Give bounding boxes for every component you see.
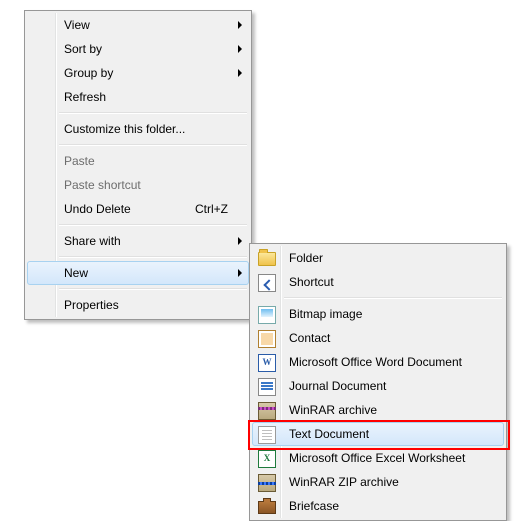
menu-item-label: Briefcase — [289, 499, 339, 513]
menu-item-label: Undo Delete — [64, 202, 131, 216]
menu-item-bitmap-image[interactable]: Bitmap image — [252, 302, 504, 326]
chevron-right-icon — [238, 69, 242, 77]
menu-item-refresh[interactable]: Refresh — [27, 85, 249, 109]
menu-item-group-by[interactable]: Group by — [27, 61, 249, 85]
menu-item-contact[interactable]: Contact — [252, 326, 504, 350]
folder-icon — [258, 252, 276, 266]
menu-item-label: Properties — [64, 298, 119, 312]
menu-separator — [284, 297, 502, 299]
menu-item-paste: Paste — [27, 149, 249, 173]
menu-item-label: Shortcut — [289, 275, 334, 289]
new-submenu: Folder Shortcut Bitmap image Contact Microso… — [249, 243, 507, 521]
menu-item-paste-shortcut: Paste shortcut — [27, 173, 249, 197]
menu-item-folder[interactable]: Folder — [252, 246, 504, 270]
menu-item-label: Paste — [64, 154, 95, 168]
menu-separator — [59, 288, 247, 290]
menu-separator — [59, 256, 247, 258]
menu-item-microsoft-office-excel-worksheet[interactable]: Microsoft Office Excel Worksheet — [252, 446, 504, 470]
menu-item-customize-this-folder[interactable]: Customize this folder... — [27, 117, 249, 141]
menu-item-label: Group by — [64, 66, 113, 80]
menu-item-label: WinRAR archive — [289, 403, 377, 417]
menu-item-new[interactable]: New — [27, 261, 249, 285]
chevron-right-icon — [238, 269, 242, 277]
chevron-right-icon — [238, 237, 242, 245]
menu-item-label: Text Document — [289, 427, 369, 441]
menu-item-microsoft-office-word-document[interactable]: Microsoft Office Word Document — [252, 350, 504, 374]
menu-separator — [59, 224, 247, 226]
chevron-right-icon — [238, 21, 242, 29]
context-menu: View Sort by Group by Refresh Customize this… — [24, 10, 252, 320]
excel-icon — [258, 450, 276, 468]
menu-item-label: Customize this folder... — [64, 122, 185, 136]
menu-item-label: WinRAR ZIP archive — [289, 475, 399, 489]
menu-item-briefcase[interactable]: Briefcase — [252, 494, 504, 518]
menu-separator — [59, 112, 247, 114]
menu-item-text-document[interactable]: Text Document — [252, 422, 504, 446]
menu-item-label: Share with — [64, 234, 121, 248]
menu-item-label: Journal Document — [289, 379, 386, 393]
menu-item-label: Folder — [289, 251, 323, 265]
rar-icon — [258, 402, 276, 420]
menu-item-label: Microsoft Office Word Document — [289, 355, 462, 369]
menu-item-label: Contact — [289, 331, 330, 345]
zip-icon — [258, 474, 276, 492]
menu-item-sort-by[interactable]: Sort by — [27, 37, 249, 61]
txt-icon — [258, 426, 276, 444]
menu-item-journal-document[interactable]: Journal Document — [252, 374, 504, 398]
menu-item-shortcut[interactable]: Shortcut — [252, 270, 504, 294]
menu-item-undo-delete[interactable]: Undo Delete Ctrl+Z — [27, 197, 249, 221]
word-icon — [258, 354, 276, 372]
menu-item-label: Paste shortcut — [64, 178, 141, 192]
menu-item-properties[interactable]: Properties — [27, 293, 249, 317]
menu-item-label: Sort by — [64, 42, 102, 56]
chevron-right-icon — [238, 45, 242, 53]
shortcut-icon — [258, 274, 276, 292]
journal-icon — [258, 378, 276, 396]
menu-item-shortcut: Ctrl+Z — [195, 198, 228, 220]
menu-item-view[interactable]: View — [27, 13, 249, 37]
menu-item-label: Microsoft Office Excel Worksheet — [289, 451, 465, 465]
menu-item-label: Bitmap image — [289, 307, 362, 321]
contact-icon — [258, 330, 276, 348]
menu-item-label: New — [64, 266, 88, 280]
menu-item-winrar-zip-archive[interactable]: WinRAR ZIP archive — [252, 470, 504, 494]
bmp-icon — [258, 306, 276, 324]
menu-item-label: Refresh — [64, 90, 106, 104]
menu-item-label: View — [64, 18, 90, 32]
menu-item-winrar-archive[interactable]: WinRAR archive — [252, 398, 504, 422]
menu-item-share-with[interactable]: Share with — [27, 229, 249, 253]
menu-separator — [59, 144, 247, 146]
